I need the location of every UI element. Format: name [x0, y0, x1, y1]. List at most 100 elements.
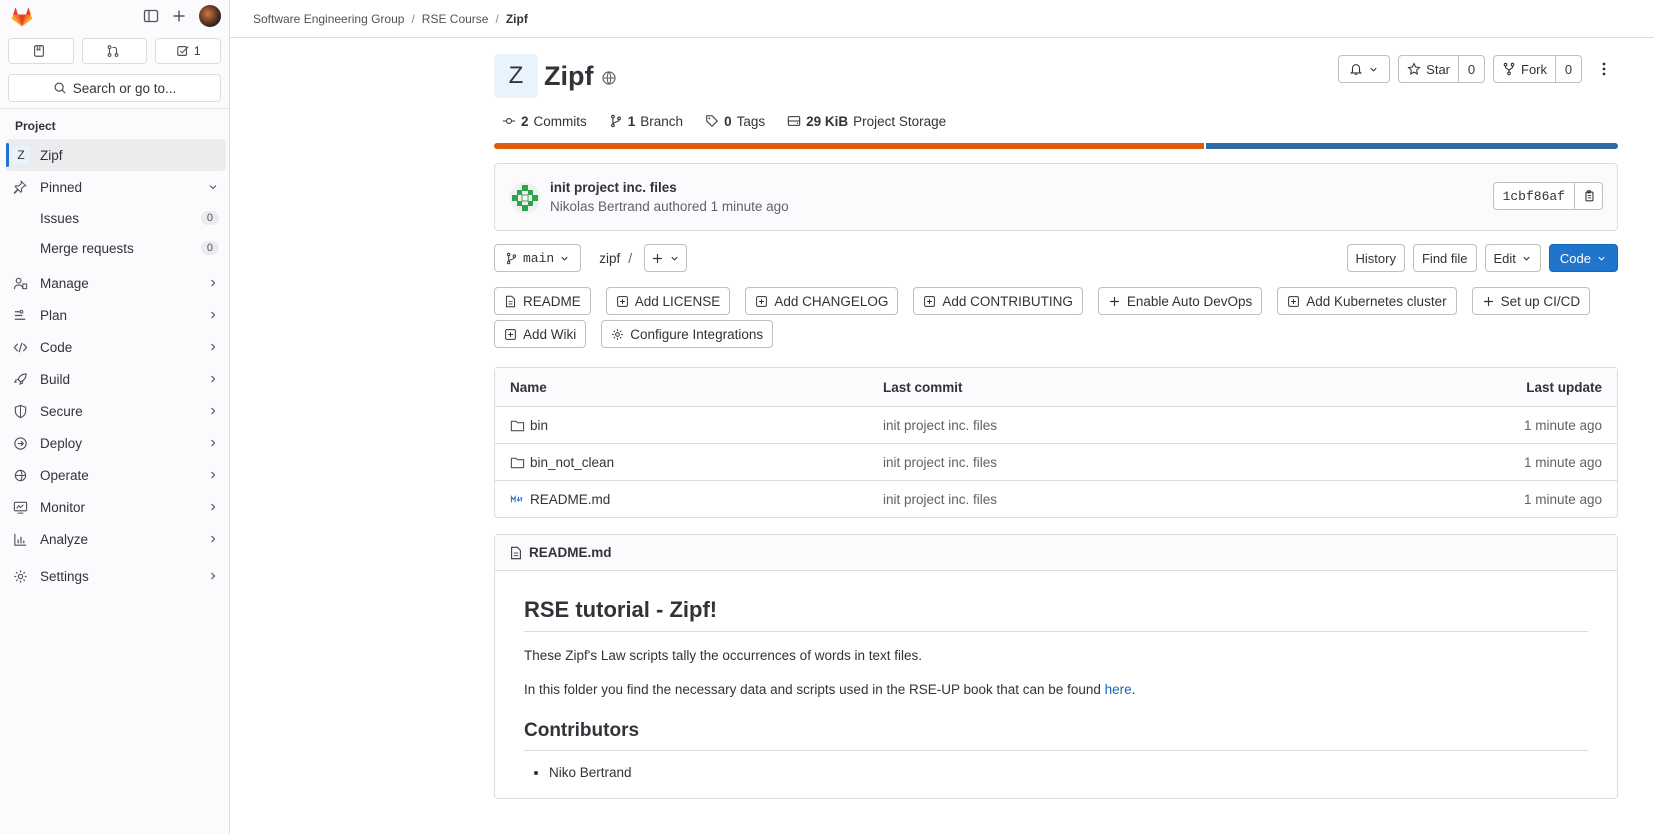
enable-auto-devops-button[interactable]: Enable Auto DevOps — [1097, 287, 1263, 315]
file-tree-table: Name Last commit Last update bin init pr… — [494, 367, 1618, 518]
sidebar-item-deploy[interactable]: Deploy — [0, 427, 229, 459]
file-name-link[interactable]: bin_not_clean — [510, 455, 614, 470]
fork-button[interactable]: Fork — [1493, 55, 1556, 83]
add-wiki-button[interactable]: Add Wiki — [494, 320, 587, 348]
sidebar-item-monitor[interactable]: Monitor — [0, 491, 229, 523]
sidebar-item-pinned[interactable]: Pinned — [0, 171, 229, 203]
file-last-commit-link[interactable]: init project inc. files — [883, 492, 997, 507]
path-separator: / — [628, 250, 633, 266]
bell-icon — [1349, 62, 1363, 76]
commits-count: 2 — [521, 113, 529, 129]
sidebar-item-plan[interactable]: Plan — [0, 299, 229, 331]
readme-heading: RSE tutorial - Zipf! — [524, 597, 1588, 632]
add-kubernetes-cluster-button[interactable]: Add Kubernetes cluster — [1277, 287, 1457, 315]
sidebar-item-label: Zipf — [40, 147, 63, 163]
create-new-icon[interactable] — [171, 8, 187, 24]
readme-filename-link[interactable]: README.md — [529, 545, 612, 560]
storage-label: Project Storage — [853, 113, 947, 129]
branch-icon — [505, 252, 518, 265]
storage-stat[interactable]: 29 KiB Project Storage — [787, 114, 946, 129]
sidebar-item-settings[interactable]: Settings — [0, 560, 229, 592]
commit-sha-group: 1cbf86af — [1492, 182, 1603, 210]
author-avatar-icon[interactable] — [509, 182, 541, 214]
todos-count-button[interactable]: 1 — [155, 38, 222, 64]
more-actions-icon[interactable] — [1590, 55, 1618, 83]
chart-icon — [12, 532, 28, 547]
todos-count: 1 — [193, 44, 201, 58]
edit-dropdown-button[interactable]: Edit — [1484, 244, 1541, 272]
commit-title-link[interactable]: init project inc. files — [550, 180, 677, 195]
file-name-link[interactable]: bin — [510, 418, 548, 433]
branches-stat[interactable]: 1 Branch — [609, 114, 683, 129]
issues-count-button[interactable] — [8, 38, 74, 64]
chevron-right-icon — [207, 405, 219, 417]
find-file-button[interactable]: Find file — [1412, 244, 1477, 272]
breadcrumb-group-link[interactable]: Software Engineering Group — [253, 12, 404, 26]
sidebar-item-build[interactable]: Build — [0, 363, 229, 395]
sidebar-item-label: Plan — [40, 307, 68, 323]
file-name: bin — [530, 417, 549, 433]
fork-count[interactable]: 0 — [1556, 55, 1582, 83]
code-dropdown-button[interactable]: Code — [1548, 244, 1618, 272]
sidebar-toggle-icon[interactable] — [143, 8, 159, 24]
history-button[interactable]: History — [1346, 244, 1405, 272]
merge-requests-count-button[interactable] — [81, 38, 148, 64]
sidebar-item-operate[interactable]: Operate — [0, 459, 229, 491]
file-last-commit-link[interactable]: init project inc. files — [883, 455, 997, 470]
sidebar-item-label: Pinned — [40, 179, 83, 195]
star-button[interactable]: Star — [1398, 55, 1459, 83]
configure-integrations-button[interactable]: Configure Integrations — [601, 320, 774, 348]
tags-stat[interactable]: 0 Tags — [705, 114, 765, 129]
gear-icon — [12, 569, 28, 584]
sidebar-item-label: Manage — [40, 275, 89, 291]
file-last-commit-link[interactable]: init project inc. files — [883, 418, 997, 433]
set-up-ci-cd-button[interactable]: Set up CI/CD — [1471, 287, 1591, 315]
sidebar-item-project-zipf[interactable]: Z Zipf — [6, 139, 226, 171]
code-label: Code — [1559, 250, 1591, 266]
file-name-link[interactable]: README.md — [510, 492, 610, 507]
chevron-right-icon — [207, 469, 219, 481]
sidebar-item-issues[interactable]: Issues 0 — [0, 203, 229, 233]
copy-sha-button[interactable] — [1575, 182, 1603, 210]
commits-stat[interactable]: 2 Commits — [502, 114, 587, 129]
shortcut-label: Add CHANGELOG — [774, 293, 889, 309]
user-avatar[interactable] — [199, 5, 221, 27]
shield-icon — [12, 404, 28, 419]
deployments-icon — [12, 436, 28, 451]
merge-requests-badge: 0 — [200, 241, 219, 255]
add-to-tree-button[interactable] — [644, 244, 688, 272]
add-changelog-button[interactable]: Add CHANGELOG — [745, 287, 899, 315]
readme-shortcut-button[interactable]: README — [494, 287, 591, 315]
commit-author-link[interactable]: Nikolas Bertrand — [550, 199, 650, 214]
add-contributing-button[interactable]: Add CONTRIBUTING — [913, 287, 1083, 315]
sidebar-item-analyze[interactable]: Analyze — [0, 523, 229, 555]
star-count[interactable]: 0 — [1459, 55, 1485, 83]
readme-link-here[interactable]: here — [1105, 682, 1132, 697]
file-last-update: 1 minute ago — [1523, 454, 1602, 470]
breadcrumb-subgroup-link[interactable]: RSE Course — [422, 12, 489, 26]
chevron-right-icon — [207, 373, 219, 385]
chevron-down-icon — [1596, 253, 1607, 264]
table-row: README.md init project inc. files 1 minu… — [495, 480, 1617, 517]
branch-selector[interactable]: main — [494, 244, 582, 272]
breadcrumb-project-link[interactable]: Zipf — [506, 12, 528, 26]
table-row: bin_not_clean init project inc. files 1 … — [495, 443, 1617, 480]
sidebar-item-manage[interactable]: Manage — [0, 267, 229, 299]
sidebar-item-label: Analyze — [40, 531, 89, 547]
file-addition-icon — [504, 328, 517, 341]
file-icon — [509, 546, 523, 560]
repository-path-link[interactable]: zipf — [599, 251, 620, 266]
sidebar-item-merge-requests[interactable]: Merge requests 0 — [0, 233, 229, 263]
plus-icon — [651, 252, 664, 265]
gear-icon — [611, 328, 624, 341]
notifications-button[interactable] — [1338, 55, 1391, 83]
gitlab-logo-icon[interactable] — [10, 5, 34, 29]
rocket-icon — [12, 372, 28, 387]
add-license-button[interactable]: Add LICENSE — [605, 287, 731, 315]
sidebar-item-secure[interactable]: Secure — [0, 395, 229, 427]
sidebar-item-code[interactable]: Code — [0, 331, 229, 363]
commit-sha-button[interactable]: 1cbf86af — [1492, 182, 1575, 210]
sidebar-item-label: Build — [40, 371, 71, 387]
issues-badge: 0 — [200, 211, 219, 225]
search-button[interactable]: Search or go to... — [8, 74, 221, 102]
